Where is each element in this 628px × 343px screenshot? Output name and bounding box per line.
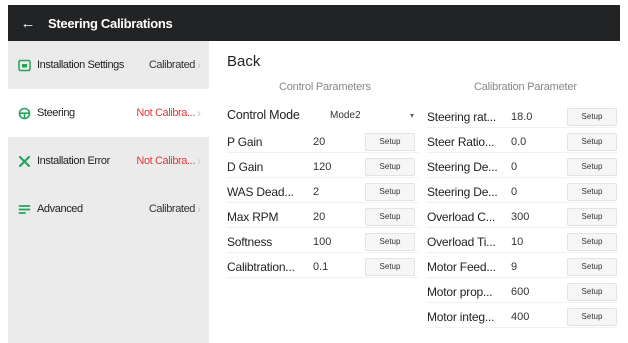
dropdown-arrow-icon: ▾ xyxy=(409,110,414,120)
setup-button[interactable]: Setup xyxy=(567,132,617,151)
param-value: 120 xyxy=(313,160,332,173)
advanced-list-icon xyxy=(11,203,37,216)
setup-button[interactable]: Setup xyxy=(365,232,415,251)
param-row: Steer Ratio... 0.0 Setup xyxy=(427,131,617,153)
control-mode-row: Control Mode Mode2 ▾ xyxy=(227,104,419,126)
param-value: 2 xyxy=(313,185,320,198)
param-value: 0 xyxy=(511,160,518,173)
param-label: Overload Ti... xyxy=(427,234,496,249)
setup-button[interactable]: Setup xyxy=(567,182,617,201)
chevron-right-icon: › xyxy=(197,202,201,216)
param-row: Calibtration... 0.1 Setup xyxy=(227,256,419,278)
setup-button[interactable]: Setup xyxy=(567,207,617,226)
setup-button[interactable]: Setup xyxy=(567,157,617,176)
param-value: 300 xyxy=(511,210,530,223)
param-row: Overload Ti... 10 Setup xyxy=(427,231,617,253)
param-label: Motor prop... xyxy=(427,284,493,299)
sidebar-item-steering[interactable]: Steering Not Calibra... › xyxy=(8,89,209,137)
param-row: Motor prop... 600 Setup xyxy=(427,281,617,303)
steering-wheel-icon xyxy=(11,107,37,120)
setup-button[interactable]: Setup xyxy=(567,232,617,251)
param-value: 0.0 xyxy=(511,135,527,148)
param-row: Motor integ... 400 Setup xyxy=(427,306,617,328)
sidebar-item-label: Advanced xyxy=(37,203,83,215)
param-value: 20 xyxy=(313,135,326,148)
chevron-right-icon: › xyxy=(197,154,201,168)
param-row: Motor Feed... 9 Setup xyxy=(427,256,617,278)
param-value: 400 xyxy=(511,310,530,323)
back-button[interactable]: Back xyxy=(227,53,260,70)
page-title: Steering Calibrations xyxy=(48,15,173,31)
param-row: Steering De... 0 Setup xyxy=(427,156,617,178)
tools-icon xyxy=(11,155,37,168)
param-label: D Gain xyxy=(227,159,264,174)
param-label: Calibtration... xyxy=(227,259,295,274)
control-parameters-title: Control Parameters xyxy=(279,81,371,93)
param-row: Max RPM 20 Setup xyxy=(227,206,419,228)
param-row: P Gain 20 Setup xyxy=(227,131,419,153)
setup-button[interactable]: Setup xyxy=(567,307,617,326)
setup-button[interactable]: Setup xyxy=(365,207,415,226)
status-text: Calibrated xyxy=(148,203,196,215)
title-bar: ← Steering Calibrations xyxy=(8,5,620,41)
setup-button[interactable]: Setup xyxy=(567,257,617,276)
setup-button[interactable]: Setup xyxy=(365,132,415,151)
sidebar-item-label: Installation Settings xyxy=(37,59,124,71)
sidebar: Installation Settings Calibrated › Steer… xyxy=(8,41,209,343)
param-label: Motor Feed... xyxy=(427,259,496,274)
param-value: 20 xyxy=(313,210,326,223)
sidebar-item-installation-settings[interactable]: Installation Settings Calibrated › xyxy=(8,41,209,89)
param-label: P Gain xyxy=(227,134,263,149)
param-row: Softness 100 Setup xyxy=(227,231,419,253)
param-value: 0.1 xyxy=(313,260,329,273)
control-mode-select[interactable]: Mode2 ▾ xyxy=(314,104,414,126)
param-row: Steering De... 0 Setup xyxy=(427,181,617,203)
setup-button[interactable]: Setup xyxy=(365,182,415,201)
param-row: WAS Dead... 2 Setup xyxy=(227,181,419,203)
setup-button[interactable]: Setup xyxy=(365,257,415,276)
param-value: 0 xyxy=(511,185,518,198)
param-value: 10 xyxy=(511,235,524,248)
sidebar-item-advanced[interactable]: Advanced Calibrated › xyxy=(8,185,209,233)
param-label: Steering rat... xyxy=(427,109,497,124)
param-label: Steering De... xyxy=(427,159,498,174)
calibration-parameter-title: Calibration Parameter xyxy=(474,81,577,93)
back-arrow-icon[interactable]: ← xyxy=(8,15,48,32)
param-value: 100 xyxy=(313,235,332,248)
param-value: 9 xyxy=(511,260,518,273)
param-label: Softness xyxy=(227,234,273,249)
param-row: Overload C... 300 Setup xyxy=(427,206,617,228)
setup-button[interactable]: Setup xyxy=(567,282,617,301)
param-label: Steering De... xyxy=(427,184,498,199)
chevron-right-icon: › xyxy=(197,58,201,72)
sidebar-item-label: Installation Error xyxy=(37,155,110,167)
param-label: Overload C... xyxy=(427,209,496,224)
main-panel: Back Control Parameters Calibration Para… xyxy=(209,41,620,343)
status-text: Calibrated xyxy=(148,59,196,71)
param-row: D Gain 120 Setup xyxy=(227,156,419,178)
status-text: Not Calibra... xyxy=(136,107,195,119)
chevron-right-icon: › xyxy=(197,106,201,120)
control-mode-label: Control Mode xyxy=(227,108,300,122)
control-mode-value: Mode2 xyxy=(330,109,361,121)
status-text: Not Calibra... xyxy=(136,155,195,167)
sidebar-item-installation-error[interactable]: Installation Error Not Calibra... › xyxy=(8,137,209,185)
param-label: WAS Dead... xyxy=(227,184,294,199)
param-value: 18.0 xyxy=(511,110,533,123)
setup-button[interactable]: Setup xyxy=(365,157,415,176)
param-value: 600 xyxy=(511,285,530,298)
setup-button[interactable]: Setup xyxy=(567,107,617,126)
param-label: Motor integ... xyxy=(427,309,495,324)
installation-icon xyxy=(11,59,37,72)
param-label: Steer Ratio... xyxy=(427,134,495,149)
param-row: Steering rat... 18.0 Setup xyxy=(427,106,617,128)
param-label: Max RPM xyxy=(227,209,279,224)
sidebar-item-label: Steering xyxy=(37,107,75,119)
